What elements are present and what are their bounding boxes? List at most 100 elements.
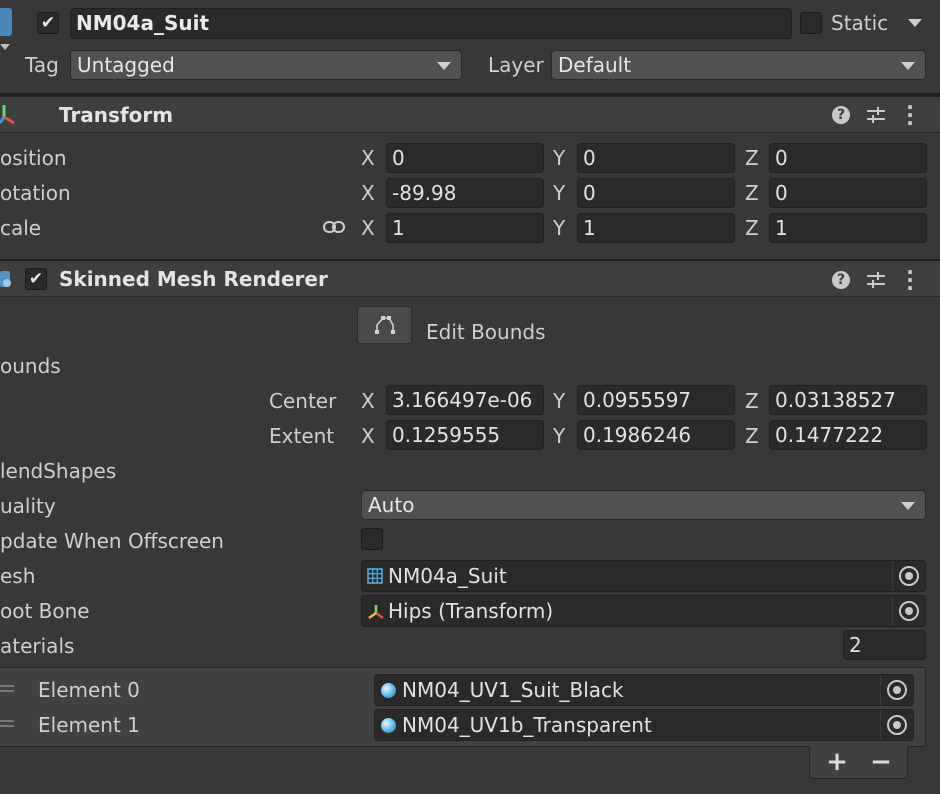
bounds-label[interactable]: ounds — [0, 351, 61, 381]
renderer-enabled-checkbox[interactable]: ✔ — [25, 268, 47, 290]
edit-bounds-label: Edit Bounds — [426, 320, 546, 344]
element-0-picker-button[interactable] — [880, 675, 913, 705]
position-label: osition — [0, 146, 67, 170]
presets-icon[interactable] — [866, 270, 886, 290]
edit-bounds-button[interactable] — [357, 306, 412, 344]
object-active-checkbox[interactable]: ✔ — [37, 12, 59, 34]
help-icon[interactable]: ? — [832, 271, 850, 289]
object-picker-icon — [899, 601, 919, 621]
position-y-field[interactable]: 0 — [577, 143, 735, 173]
quality-dropdown[interactable]: Auto — [361, 490, 926, 520]
extent-y-field[interactable]: 0.1986246 — [577, 420, 735, 450]
extent-y-axis[interactable]: Y — [553, 421, 565, 451]
object-picker-icon — [887, 680, 907, 700]
position-x-axis[interactable]: X — [361, 143, 375, 173]
renderer-title: Skinned Mesh Renderer — [59, 267, 328, 291]
layer-dropdown[interactable]: Default — [551, 50, 926, 80]
root-bone-picker-button[interactable] — [892, 596, 925, 626]
scale-y-field[interactable]: 1 — [577, 213, 735, 243]
layer-value: Default — [558, 53, 632, 77]
element-0-field[interactable]: NM04_UV1_Suit_Black — [374, 674, 914, 706]
position-z-field[interactable]: 0 — [769, 143, 927, 173]
mesh-label: esh — [0, 564, 36, 588]
rotation-x-field[interactable]: -89.98 — [386, 178, 544, 208]
blendshapes-label[interactable]: lendShapes — [0, 456, 116, 486]
rotation-z-axis[interactable]: Z — [745, 178, 759, 208]
object-icon — [0, 8, 12, 36]
edit-bounds-icon — [375, 316, 395, 334]
center-z-field[interactable]: 0.03138527 — [769, 385, 927, 415]
help-icon[interactable]: ? — [832, 106, 850, 124]
center-x-axis[interactable]: X — [361, 386, 375, 416]
skinned-mesh-icon — [0, 271, 11, 287]
object-picker-icon — [887, 715, 907, 735]
element-1-label: Element 1 — [38, 713, 140, 737]
drag-handle-icon[interactable] — [0, 720, 14, 722]
update-offscreen-checkbox[interactable] — [361, 528, 383, 550]
object-name-field[interactable]: NM04a_Suit — [70, 8, 792, 39]
center-x-field[interactable]: 3.166497e-06 — [386, 385, 544, 415]
rotation-y-field[interactable]: 0 — [577, 178, 735, 208]
scale-z-field[interactable]: 1 — [769, 213, 927, 243]
static-dropdown-arrow[interactable] — [908, 19, 922, 27]
link-icon[interactable] — [323, 220, 345, 234]
drag-handle-icon[interactable] — [0, 685, 14, 687]
scale-x-axis[interactable]: X — [361, 213, 375, 243]
kebab-menu-icon[interactable]: · · · — [902, 262, 918, 298]
center-y-axis[interactable]: Y — [553, 386, 565, 416]
position-y-axis[interactable]: Y — [553, 143, 565, 173]
chevron-down-icon — [437, 62, 451, 70]
rotation-label: otation — [0, 181, 71, 205]
extent-z-axis[interactable]: Z — [745, 421, 759, 451]
mesh-picker-button[interactable] — [892, 561, 925, 591]
chevron-down-icon — [901, 502, 915, 510]
position-x-field[interactable]: 0 — [386, 143, 544, 173]
scale-x-field[interactable]: 1 — [386, 213, 544, 243]
transform-header[interactable]: Transform ? · · · — [0, 96, 940, 133]
extent-x-field[interactable]: 0.1259555 — [386, 420, 544, 450]
tag-label: Tag — [25, 53, 59, 77]
renderer-header[interactable]: ✔ Skinned Mesh Renderer ? · · · — [0, 259, 940, 298]
update-offscreen-label: pdate When Offscreen — [0, 529, 224, 553]
element-1-picker-button[interactable] — [880, 710, 913, 740]
quality-label: uality — [0, 494, 56, 518]
kebab-menu-icon[interactable]: · · · — [902, 97, 918, 133]
transform-axes-icon — [0, 105, 15, 125]
quality-value: Auto — [368, 493, 415, 517]
extent-x-axis[interactable]: X — [361, 421, 375, 451]
object-picker-icon — [899, 566, 919, 586]
tag-dropdown[interactable]: Untagged — [70, 50, 462, 80]
element-1-value: NM04_UV1b_Transparent — [402, 713, 652, 737]
rotation-x-axis[interactable]: X — [361, 178, 375, 208]
center-y-field[interactable]: 0.0955597 — [577, 385, 735, 415]
scale-y-axis[interactable]: Y — [553, 213, 565, 243]
root-bone-value: Hips (Transform) — [388, 599, 554, 623]
add-element-button[interactable]: + — [825, 747, 849, 777]
mesh-field[interactable]: NM04a_Suit — [361, 560, 926, 592]
remove-element-button[interactable]: − — [869, 747, 893, 777]
mesh-grid-icon — [367, 568, 383, 584]
extent-label: Extent — [269, 424, 335, 448]
materials-label[interactable]: aterials — [0, 631, 74, 661]
static-label: Static — [831, 11, 889, 35]
rotation-y-axis[interactable]: Y — [553, 178, 565, 208]
extent-z-field[interactable]: 0.1477222 — [769, 420, 927, 450]
root-bone-label: oot Bone — [0, 599, 90, 623]
mesh-value: NM04a_Suit — [388, 564, 507, 588]
scale-z-axis[interactable]: Z — [745, 213, 759, 243]
position-z-axis[interactable]: Z — [745, 143, 759, 173]
element-0-label: Element 0 — [38, 678, 140, 702]
rotation-z-field[interactable]: 0 — [769, 178, 927, 208]
root-bone-field[interactable]: Hips (Transform) — [361, 595, 926, 627]
center-z-axis[interactable]: Z — [745, 386, 759, 416]
scale-label: cale — [0, 216, 42, 240]
object-icon-arrow[interactable] — [0, 44, 10, 50]
materials-count-field[interactable]: 2 — [843, 630, 926, 660]
transform-title: Transform — [59, 103, 174, 127]
element-1-field[interactable]: NM04_UV1b_Transparent — [374, 709, 914, 741]
tag-value: Untagged — [77, 53, 175, 77]
presets-icon[interactable] — [866, 105, 886, 125]
element-0-value: NM04_UV1_Suit_Black — [402, 678, 624, 702]
static-checkbox[interactable] — [800, 12, 822, 34]
material-sphere-icon — [381, 718, 396, 733]
